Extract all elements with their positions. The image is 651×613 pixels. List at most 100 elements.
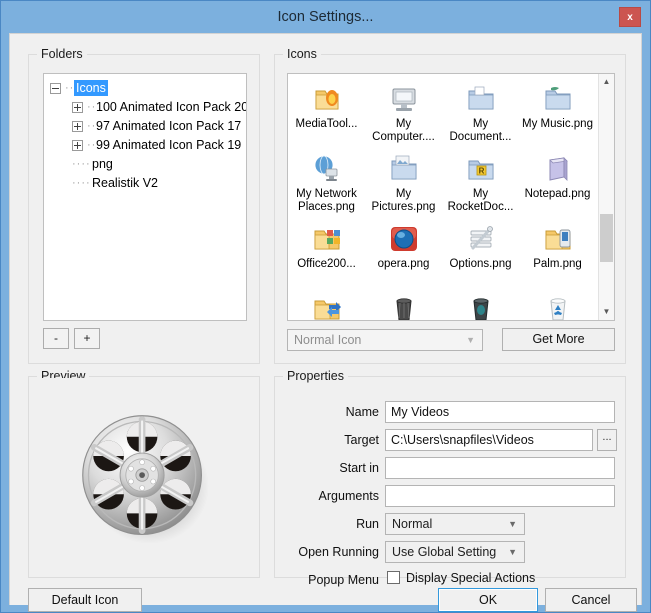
icon-item-my-pictures[interactable]: My Pictures.png	[365, 150, 442, 220]
icon-caption: My Music.png	[522, 118, 593, 130]
display-special-actions-checkbox[interactable]	[387, 571, 400, 584]
trash-teal-icon	[464, 292, 498, 320]
folder-documents-icon	[464, 82, 498, 116]
icon-caption: My RocketDoc...	[447, 188, 514, 213]
scroll-down-icon[interactable]: ▼	[599, 304, 614, 320]
dialog-client-area: Folders ·· Icons ··100 Animated Icon Pack…	[9, 33, 642, 612]
icon-item-trash-dark[interactable]	[365, 290, 442, 320]
chevron-down-icon: ▼	[508, 519, 517, 529]
popup-menu-label: Popup Menu	[308, 573, 379, 587]
icon-item-my-music[interactable]: My Music.png	[519, 80, 596, 150]
icon-caption: My Document...	[449, 118, 512, 143]
browse-button[interactable]: ...	[597, 429, 617, 451]
expand-icon[interactable]	[72, 102, 83, 114]
start-in-input[interactable]	[385, 457, 615, 479]
icon-caption: Office200...	[297, 258, 356, 270]
folders-group-title: Folders	[37, 47, 87, 61]
icon-item-mediatool[interactable]: MediaTool...	[288, 80, 365, 150]
collapse-icon[interactable]	[50, 83, 61, 95]
open-running-select[interactable]: Use Global Setting ▼	[385, 541, 525, 563]
icon-caption: Notepad.png	[524, 188, 591, 200]
open-running-label: Open Running	[298, 545, 379, 559]
icon-caption: My Computer....	[372, 118, 435, 143]
target-row: Target C:\Users\snapfiles\Videos	[275, 429, 625, 453]
close-icon[interactable]: x	[619, 7, 641, 27]
target-input[interactable]: C:\Users\snapfiles\Videos	[385, 429, 593, 451]
cancel-button[interactable]: Cancel	[545, 588, 637, 612]
tree-item-pack-97[interactable]: ··97 Animated Icon Pack 17	[50, 117, 246, 136]
run-label: Run	[356, 517, 379, 531]
icon-item-my-computer[interactable]: My Computer....	[365, 80, 442, 150]
run-value: Normal	[392, 517, 433, 531]
tree-item-label: Icons	[74, 80, 108, 97]
icon-item-options[interactable]: Options.png	[442, 220, 519, 290]
default-icon-button[interactable]: Default Icon	[28, 588, 142, 612]
remove-folder-button[interactable]: -	[43, 328, 69, 349]
icon-item-office2000[interactable]: Office200...	[288, 220, 365, 290]
expand-icon[interactable]	[72, 140, 83, 152]
icon-item-my-network-places[interactable]: My Network Places.png	[288, 150, 365, 220]
icon-item-my-documents[interactable]: My Document...	[442, 80, 519, 150]
icon-list-scrollbar[interactable]: ▲ ▼	[598, 74, 614, 320]
icon-type-select[interactable]: Normal Icon ▼	[287, 329, 483, 351]
start-in-label: Start in	[339, 461, 379, 475]
folder-music-icon	[541, 82, 575, 116]
folder-office-icon	[310, 222, 344, 256]
icon-row: MediaTool... My Computer.... My Document…	[288, 80, 599, 150]
name-label: Name	[345, 405, 379, 419]
icon-caption: Options.png	[449, 258, 512, 270]
svg-text:R: R	[478, 167, 484, 176]
tree-item-label: Realistik V2	[92, 176, 158, 191]
folder-flame-icon	[310, 82, 344, 116]
tree-item-label: png	[92, 157, 113, 172]
folder-rocketdock-icon: R	[464, 152, 498, 186]
open-running-value: Use Global Setting	[392, 545, 497, 559]
get-more-button[interactable]: Get More	[502, 328, 615, 351]
preview-area	[30, 378, 258, 576]
icon-item-notepad[interactable]: Notepad.png	[519, 150, 596, 220]
scrollbar-thumb[interactable]	[600, 214, 613, 262]
tree-item-realistik[interactable]: ····Realistik V2	[50, 174, 246, 193]
icon-caption: My Pictures.png	[371, 188, 436, 213]
folders-group: Folders ·· Icons ··100 Animated Icon Pack…	[28, 47, 260, 364]
name-row: Name My Videos	[275, 401, 625, 425]
icon-item-recycle-bin[interactable]	[519, 290, 596, 320]
icon-item-trash-teal[interactable]	[442, 290, 519, 320]
icon-caption: My Network Places.png	[296, 188, 357, 213]
preview-group: Preview	[28, 369, 260, 578]
tree-item-png[interactable]: ····png	[50, 155, 246, 174]
icon-item-opera[interactable]: opera.png	[365, 220, 442, 290]
film-reel-icon	[82, 415, 210, 544]
icon-row: My Network Places.png My Pictures.png R …	[288, 150, 599, 220]
properties-group-title: Properties	[283, 369, 348, 383]
name-input[interactable]: My Videos	[385, 401, 615, 423]
run-select[interactable]: Normal ▼	[385, 513, 525, 535]
arguments-label: Arguments	[318, 489, 379, 503]
tree-item-pack-100[interactable]: ··100 Animated Icon Pack 20	[50, 98, 246, 117]
folder-tree[interactable]: ·· Icons ··100 Animated Icon Pack 20 ··97…	[43, 73, 247, 321]
add-folder-button[interactable]: +	[74, 328, 100, 349]
display-special-actions-label[interactable]: Display Special Actions	[406, 569, 535, 587]
icon-list[interactable]: MediaTool... My Computer.... My Document…	[287, 73, 615, 321]
options-sliders-icon	[464, 222, 498, 256]
tree-item-label: 100 Animated Icon Pack 20	[96, 100, 247, 115]
scroll-up-icon[interactable]: ▲	[599, 74, 614, 90]
arguments-input[interactable]	[385, 485, 615, 507]
ok-button[interactable]: OK	[438, 588, 538, 612]
icon-item-folder-refresh[interactable]	[288, 290, 365, 320]
icons-group-title: Icons	[283, 47, 321, 61]
expand-icon[interactable]	[72, 121, 83, 133]
my-computer-icon	[387, 82, 421, 116]
chevron-down-icon: ▼	[466, 335, 475, 345]
trash-dark-icon	[387, 292, 421, 320]
tree-item-pack-99[interactable]: ··99 Animated Icon Pack 19	[50, 136, 246, 155]
network-globe-icon	[310, 152, 344, 186]
icon-item-palm[interactable]: Palm.png	[519, 220, 596, 290]
opera-icon	[387, 222, 421, 256]
notepad-icon	[541, 152, 575, 186]
icon-item-my-rocketdock[interactable]: R My RocketDoc...	[442, 150, 519, 220]
icon-row	[288, 290, 599, 320]
folder-palm-icon	[541, 222, 575, 256]
tree-item-icons[interactable]: ·· Icons	[50, 79, 246, 98]
recycle-bin-icon	[541, 292, 575, 320]
